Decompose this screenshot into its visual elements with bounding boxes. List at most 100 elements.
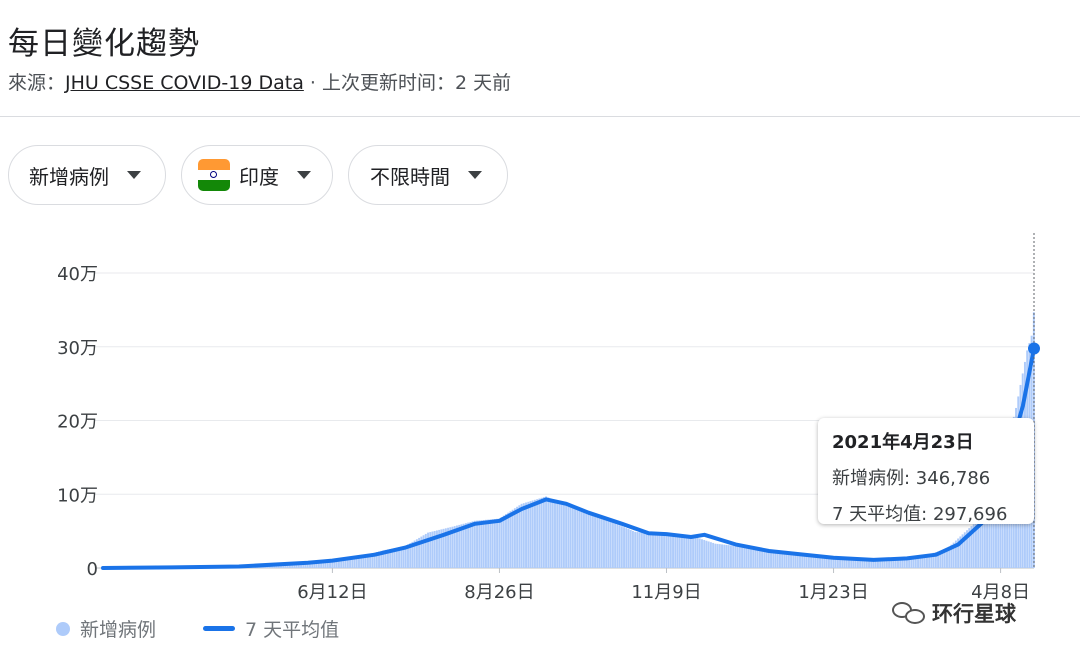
- case-bar: [480, 520, 483, 568]
- case-bar: [607, 520, 610, 568]
- source-prefix: 來源：: [8, 72, 66, 94]
- case-bar: [618, 525, 621, 568]
- source-link[interactable]: JHU CSSE COVID-19 Data: [65, 72, 304, 94]
- case-bar: [623, 527, 625, 568]
- case-bar: [616, 524, 619, 568]
- source-line: 來源：JHU CSSE COVID-19 Data · 上次更新时间：2 天前: [8, 68, 511, 95]
- case-bar: [683, 535, 686, 568]
- case-bar: [743, 547, 746, 568]
- case-bar: [694, 537, 697, 568]
- case-bar: [640, 532, 643, 568]
- case-bar: [542, 497, 545, 568]
- case-bar: [496, 518, 499, 568]
- legend-average-label: 7 天平均值: [245, 619, 340, 641]
- x-tick-label: 11月9日: [631, 582, 701, 603]
- case-bar: [596, 516, 599, 568]
- case-bar: [620, 526, 623, 568]
- case-bar: [545, 496, 548, 568]
- case-bar: [462, 523, 465, 568]
- case-bar: [467, 522, 470, 568]
- case-bar: [692, 536, 695, 568]
- legend-item-cases[interactable]: 新增病例: [56, 615, 156, 642]
- case-bar: [587, 513, 590, 568]
- case-bar: [487, 519, 490, 568]
- case-bar: [741, 547, 744, 568]
- case-bar: [685, 535, 688, 568]
- case-bar: [787, 553, 790, 568]
- case-bar: [705, 540, 708, 568]
- case-bar: [647, 533, 650, 568]
- case-bar: [493, 518, 496, 568]
- case-bar: [511, 509, 514, 568]
- case-bar: [727, 545, 730, 568]
- watermark-text: 环行星球: [932, 602, 1016, 626]
- case-bar: [674, 535, 677, 568]
- case-bar: [527, 501, 530, 568]
- case-bar: [594, 515, 597, 568]
- case-bar: [529, 501, 532, 568]
- case-bar: [738, 546, 741, 568]
- case-bar: [507, 512, 510, 568]
- case-bar: [729, 545, 732, 568]
- case-bar: [627, 529, 630, 568]
- case-bar: [538, 498, 541, 568]
- tooltip-date: 2021年4月23日: [832, 432, 974, 453]
- case-bar: [747, 548, 750, 568]
- case-bar: [571, 507, 574, 568]
- case-bar: [567, 506, 570, 568]
- case-bar: [707, 541, 710, 568]
- case-bar: [665, 534, 668, 568]
- case-bar: [558, 502, 561, 568]
- case-bar: [643, 532, 646, 568]
- case-bar: [756, 550, 759, 568]
- time-range-dropdown[interactable]: 不限時間: [348, 145, 508, 205]
- case-bar: [709, 542, 712, 568]
- average-point: [1028, 342, 1040, 355]
- case-bar: [636, 532, 639, 568]
- case-bar: [505, 514, 507, 568]
- case-bar: [703, 539, 706, 568]
- case-bar: [752, 549, 755, 568]
- case-bar: [614, 523, 617, 568]
- case-bar: [478, 520, 481, 568]
- metric-dropdown-label: 新增病例: [29, 164, 109, 189]
- case-bar: [554, 500, 556, 568]
- country-dropdown[interactable]: 印度: [181, 145, 333, 205]
- x-tick-label: 6月12日: [297, 582, 367, 603]
- case-bar: [609, 521, 612, 568]
- case-bar: [767, 551, 770, 568]
- case-bar: [765, 551, 768, 568]
- case-bar: [516, 506, 519, 568]
- case-bar: [591, 515, 594, 568]
- case-bar: [687, 535, 690, 568]
- case-bar: [611, 522, 614, 568]
- case-bar: [547, 497, 550, 568]
- legend-item-average[interactable]: 7 天平均值: [203, 615, 339, 642]
- case-bar: [585, 512, 588, 568]
- case-bar: [723, 544, 726, 568]
- case-bar: [525, 502, 527, 568]
- case-bar: [721, 544, 723, 568]
- case-bar: [540, 497, 543, 568]
- case-bar: [518, 505, 521, 568]
- country-dropdown-label: 印度: [239, 164, 279, 189]
- case-bar: [629, 529, 632, 568]
- case-bar: [580, 510, 583, 568]
- case-bar: [736, 546, 739, 568]
- case-bar: [658, 534, 661, 568]
- tooltip-cases: 新增病例: 346,786: [832, 468, 991, 489]
- case-bar: [654, 533, 657, 568]
- case-bar: [531, 500, 534, 568]
- case-bar: [509, 511, 512, 568]
- y-tick-label: 30万: [57, 338, 98, 359]
- case-bar: [792, 553, 795, 568]
- case-bar: [600, 518, 603, 568]
- case-bar: [513, 508, 516, 568]
- case-bar: [781, 553, 784, 568]
- case-bar: [638, 532, 641, 568]
- metric-dropdown[interactable]: 新增病例: [8, 145, 166, 205]
- case-bar: [574, 508, 576, 568]
- case-bar: [678, 535, 681, 568]
- case-bar: [498, 518, 501, 568]
- legend-dot-icon: [56, 621, 70, 636]
